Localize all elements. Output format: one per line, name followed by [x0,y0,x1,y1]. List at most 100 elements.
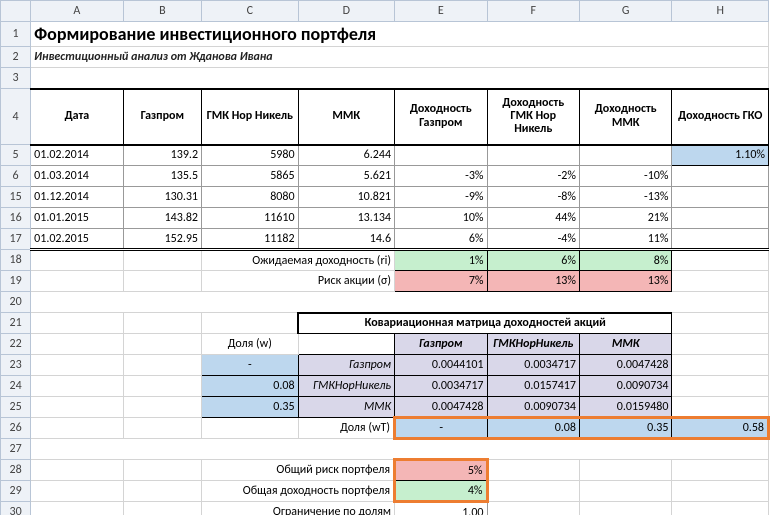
cell[interactable] [672,502,769,515]
col-header-B[interactable]: B [123,1,201,22]
table-header[interactable]: Газпром [123,89,201,145]
row-header[interactable]: 29 [1,481,31,502]
cell[interactable]: 13% [579,271,671,292]
select-all-corner[interactable] [1,1,31,22]
cov-row-header[interactable]: ММК [298,397,395,418]
cell[interactable]: 0.35 [202,397,299,418]
cell[interactable]: 01.02.2015 [31,229,123,250]
spreadsheet[interactable]: A B C D E F G H 1 Формирование инвестици… [0,0,770,515]
table-header[interactable]: Доходность ГКО [672,89,769,145]
cell[interactable] [672,397,769,418]
cell[interactable]: 1.10% [672,145,769,166]
cell[interactable] [123,250,201,271]
cell[interactable]: 6% [395,229,487,250]
cell[interactable]: 152.95 [123,229,201,250]
cell[interactable]: 0.0047428 [395,397,487,418]
cell[interactable] [487,460,579,481]
row-header[interactable]: 2 [1,47,31,68]
cell[interactable]: 0.35 [579,418,671,439]
row-header[interactable]: 24 [1,376,31,397]
cell[interactable] [672,208,769,229]
cell[interactable] [672,313,769,334]
cell[interactable]: 0.58 [672,418,769,439]
cell[interactable] [31,334,123,355]
cell[interactable]: 13% [487,271,579,292]
cell[interactable] [672,229,769,250]
cell[interactable]: 6% [487,250,579,271]
cell[interactable] [579,502,671,515]
cell[interactable]: - [395,418,487,439]
cell[interactable] [672,376,769,397]
cell[interactable] [202,313,299,334]
cell[interactable] [672,166,769,187]
row-header[interactable]: 21 [1,313,31,334]
weight-t-label[interactable]: Доля (wT) [298,418,395,439]
cell[interactable] [123,313,201,334]
cell[interactable]: 0.08 [202,376,299,397]
cell[interactable] [31,271,123,292]
cell[interactable]: -4% [487,229,579,250]
table-header[interactable]: Доходность ГМК Нор Никель [487,89,579,145]
row-header[interactable]: 3 [1,68,31,89]
cell[interactable]: 1.00 [395,502,487,515]
cell[interactable] [31,481,123,502]
cell[interactable] [202,418,299,439]
cell[interactable] [123,376,201,397]
subtitle-cell[interactable]: Инвестиционный анализ от Жданова Ивана [31,47,769,68]
portfolio-risk-label[interactable]: Общий риск портфеля [202,460,395,481]
cell[interactable]: 0.0159480 [579,397,671,418]
cell[interactable] [31,376,123,397]
cell[interactable] [123,502,201,515]
cell[interactable]: -3% [395,166,487,187]
cell[interactable]: 11610 [202,208,299,229]
cell[interactable] [31,250,123,271]
table-header[interactable]: Дата [31,89,123,145]
column-headers[interactable]: A B C D E F G H [1,1,769,22]
cell[interactable] [672,460,769,481]
row-header[interactable]: 1 [1,22,31,47]
cell[interactable] [672,187,769,208]
cell[interactable] [579,481,671,502]
cell[interactable]: 5865 [202,166,299,187]
cell[interactable]: -9% [395,187,487,208]
cell[interactable]: 0.0047428 [579,355,671,376]
cell[interactable] [298,334,395,355]
cell[interactable] [123,460,201,481]
cell[interactable] [31,68,769,89]
row-header[interactable]: 25 [1,397,31,418]
cell[interactable] [395,145,487,166]
cell[interactable] [31,460,123,481]
row-header[interactable]: 22 [1,334,31,355]
cov-row-header[interactable]: ГМКНорНикель [298,376,395,397]
cell[interactable] [672,355,769,376]
cell[interactable]: 0.0044101 [395,355,487,376]
risk-label[interactable]: Риск акции (σ) [202,271,395,292]
col-header-G[interactable]: G [579,1,671,22]
table-header[interactable]: ММК [298,89,395,145]
cell[interactable] [31,292,769,313]
cov-row-header[interactable]: Газпром [298,355,395,376]
col-header-A[interactable]: A [31,1,123,22]
cell[interactable]: 10% [395,208,487,229]
cell[interactable] [672,250,769,271]
cell[interactable]: 0.0034717 [395,376,487,397]
cell[interactable]: 10.821 [298,187,395,208]
cell[interactable] [123,418,201,439]
grid[interactable]: A B C D E F G H 1 Формирование инвестици… [0,0,770,515]
cell[interactable] [487,502,579,515]
cell[interactable]: 1% [395,250,487,271]
cov-col-header[interactable]: ММК [579,334,671,355]
cell[interactable]: -10% [579,166,671,187]
cell[interactable]: -2% [487,166,579,187]
portfolio-return-label[interactable]: Общая доходность портфеля [202,481,395,502]
cell[interactable]: 14.6 [298,229,395,250]
cell[interactable] [123,271,201,292]
constraint-label[interactable]: Ограничение по долям [202,502,395,515]
cell[interactable]: 5.621 [298,166,395,187]
cell[interactable]: 135.5 [123,166,201,187]
cell[interactable]: 4% [395,481,487,502]
row-header[interactable]: 23 [1,355,31,376]
cell[interactable]: 5% [395,460,487,481]
col-header-E[interactable]: E [395,1,487,22]
row-header[interactable]: 6 [1,166,31,187]
